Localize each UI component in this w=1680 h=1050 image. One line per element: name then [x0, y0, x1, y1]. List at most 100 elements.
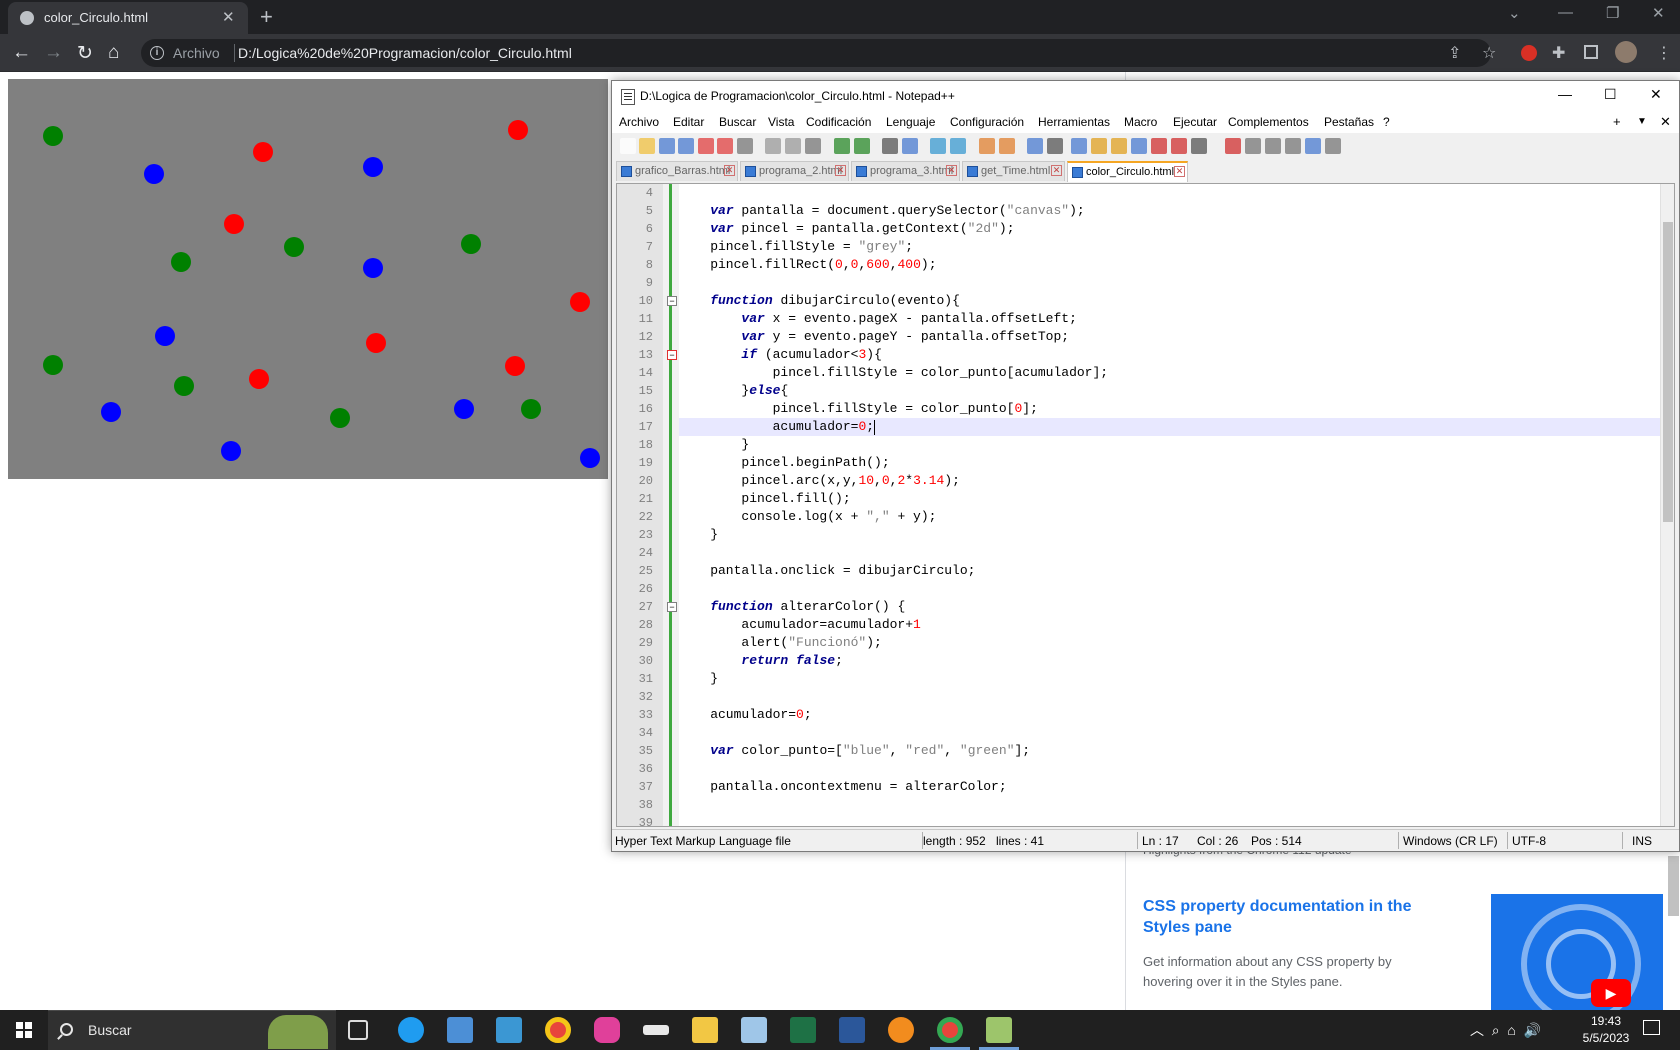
code-line[interactable]: }else{	[679, 382, 1663, 400]
code-line[interactable]	[679, 796, 1663, 814]
file-tab-programa-2[interactable]: programa_2.html ✕	[740, 161, 849, 181]
toolbar-button-icon[interactable]	[1225, 138, 1241, 154]
notepad-minimize-icon[interactable]: —	[1558, 86, 1572, 102]
clock-date[interactable]: 5/5/2023	[1576, 1031, 1636, 1045]
code-line[interactable]: var x = evento.pageX - pantalla.offsetLe…	[679, 310, 1663, 328]
dropdown-icon[interactable]: ▼	[1637, 116, 1647, 127]
sidepanel-icon[interactable]	[1584, 45, 1598, 59]
reload-icon[interactable]: ↻	[77, 42, 93, 65]
toolbar-button-icon[interactable]	[1131, 138, 1147, 154]
toolbar-button-icon[interactable]	[1245, 138, 1261, 154]
file-tab-programa-3[interactable]: programa_3.html ✕	[851, 161, 960, 181]
new-tab-button[interactable]: +	[260, 4, 273, 30]
code-line[interactable]: function alterarColor() {	[679, 598, 1663, 616]
editor-scrollbar[interactable]	[1660, 184, 1674, 826]
code-line[interactable]: if (acumulador<3){	[679, 346, 1663, 364]
task-view-icon[interactable]	[348, 1020, 368, 1040]
file-tab-grafico-barras[interactable]: grafico_Barras.html ✕	[616, 161, 738, 181]
code-line[interactable]: var y = evento.pageY - pantalla.offsetTo…	[679, 328, 1663, 346]
edge-icon[interactable]	[398, 1017, 424, 1043]
toolbar-button-icon[interactable]	[805, 138, 821, 154]
menu-lenguaje[interactable]: Lenguaje	[886, 115, 935, 129]
code-line[interactable]: pincel.fill();	[679, 490, 1663, 508]
home-icon[interactable]: ⌂	[108, 42, 119, 64]
code-line[interactable]: var pincel = pantalla.getContext("2d");	[679, 220, 1663, 238]
code-line[interactable]: var color_punto=["blue", "red", "green"]…	[679, 742, 1663, 760]
code-line[interactable]: pincel.fillStyle = color_punto[acumulado…	[679, 364, 1663, 382]
code-line[interactable]: function dibujarCirculo(evento){	[679, 292, 1663, 310]
youtube-play-icon[interactable]: ▶	[1591, 979, 1631, 1007]
menu-help[interactable]: ?	[1383, 115, 1390, 129]
toolbar-button-icon[interactable]	[1285, 138, 1301, 154]
fold-toggle-icon[interactable]: −	[667, 602, 677, 612]
menu-ejecutar[interactable]: Ejecutar	[1173, 115, 1217, 129]
code-line[interactable]: alert("Funcionó");	[679, 634, 1663, 652]
toolbar-button-icon[interactable]	[1171, 138, 1187, 154]
code-line[interactable]: console.log(x + "," + y);	[679, 508, 1663, 526]
excel-icon[interactable]	[790, 1017, 816, 1043]
system-tray-icons[interactable]: ︿ ⌕ ⌂ 🔊	[1470, 1020, 1541, 1040]
file-tab-color-circulo[interactable]: color_Circulo.html ✕	[1067, 161, 1188, 182]
toolbar-button-icon[interactable]	[785, 138, 801, 154]
add-icon[interactable]: +	[1613, 114, 1621, 129]
code-editor[interactable]: 4 5 6 7 8 9 10 11 12 13 14 15 16 17 18 19 20 21 22 23 24 25 26…	[616, 183, 1675, 827]
drawing-canvas[interactable]	[8, 79, 608, 479]
toolbar-button-icon[interactable]	[1191, 138, 1207, 154]
code-line[interactable]: }	[679, 526, 1663, 544]
toolbar-button-icon[interactable]	[979, 138, 995, 154]
menu-icon[interactable]: ⋮	[1656, 43, 1672, 63]
share-icon[interactable]: ⇪	[1448, 43, 1461, 63]
toolbar-button-icon[interactable]	[1265, 138, 1281, 154]
toolbar-button-icon[interactable]	[1325, 138, 1341, 154]
video-thumbnail[interactable]: ▶	[1491, 894, 1663, 1010]
toolbar-button-icon[interactable]	[1071, 138, 1087, 154]
toolbar-button-icon[interactable]	[678, 138, 694, 154]
toolbar-button-icon[interactable]	[1027, 138, 1043, 154]
code-line[interactable]	[679, 184, 1663, 202]
store-icon[interactable]	[447, 1017, 473, 1043]
tab-close-icon[interactable]: ✕	[835, 165, 846, 176]
code-line[interactable]	[679, 544, 1663, 562]
tab-close-icon[interactable]: ✕	[1174, 166, 1185, 177]
fold-toggle-icon[interactable]: −	[667, 350, 677, 360]
code-line[interactable]: acumulador=0;	[679, 706, 1663, 724]
minimize-icon[interactable]: —	[1558, 4, 1573, 21]
notepad-close-icon[interactable]: ✕	[1650, 86, 1662, 103]
code-line[interactable]: pincel.fillStyle = color_punto[0];	[679, 400, 1663, 418]
toolbar-button-icon[interactable]	[765, 138, 781, 154]
notepad-maximize-icon[interactable]: ☐	[1604, 86, 1617, 103]
windows-start-icon[interactable]	[16, 1022, 32, 1038]
code-line[interactable]: return false;	[679, 652, 1663, 670]
code-line[interactable]	[679, 274, 1663, 292]
toolbar-button-icon[interactable]	[717, 138, 733, 154]
taskbar-search[interactable]: Buscar	[48, 1010, 336, 1050]
toolbar-button-icon[interactable]	[882, 138, 898, 154]
powershell-icon[interactable]	[496, 1017, 522, 1043]
tab-search-icon[interactable]: ⌄	[1508, 4, 1521, 22]
code-line[interactable]: pincel.fillRect(0,0,600,400);	[679, 256, 1663, 274]
code-line[interactable]	[679, 814, 1663, 826]
code-line[interactable]: pincel.beginPath();	[679, 454, 1663, 472]
menu-configuracion[interactable]: Configuración	[950, 115, 1024, 129]
forward-icon[interactable]: →	[44, 42, 63, 64]
code-line[interactable]: pincel.fillStyle = "grey";	[679, 238, 1663, 256]
toolbar-button-icon[interactable]	[659, 138, 675, 154]
menu-pestanas[interactable]: Pestañas	[1324, 115, 1374, 129]
file-tab-get-time[interactable]: get_Time.html ✕	[962, 161, 1065, 181]
menu-codificacion[interactable]: Codificación	[806, 115, 871, 129]
chrome-icon[interactable]	[937, 1017, 963, 1043]
puzzle-icon[interactable]: ✚	[1552, 43, 1565, 63]
code-line[interactable]: var pantalla = document.querySelector("c…	[679, 202, 1663, 220]
code-line[interactable]: pantalla.onclick = dibujarCirculo;	[679, 562, 1663, 580]
code-line[interactable]: pantalla.oncontextmenu = alterarColor;	[679, 778, 1663, 796]
toolbar-button-icon[interactable]	[737, 138, 753, 154]
url-text[interactable]: D:/Logica%20de%20Programacion/color_Circ…	[238, 45, 572, 61]
tab-close-icon[interactable]: ✕	[946, 165, 957, 176]
toolbar-button-icon[interactable]	[950, 138, 966, 154]
whats-new-title-link[interactable]: CSS property documentation in the Styles…	[1143, 896, 1443, 938]
close-doc-icon[interactable]: ✕	[1660, 114, 1671, 130]
app-icon[interactable]	[594, 1017, 620, 1043]
notepad-icon[interactable]	[741, 1017, 767, 1043]
close-tab-icon[interactable]: ✕	[222, 8, 235, 26]
toolbar-button-icon[interactable]	[834, 138, 850, 154]
